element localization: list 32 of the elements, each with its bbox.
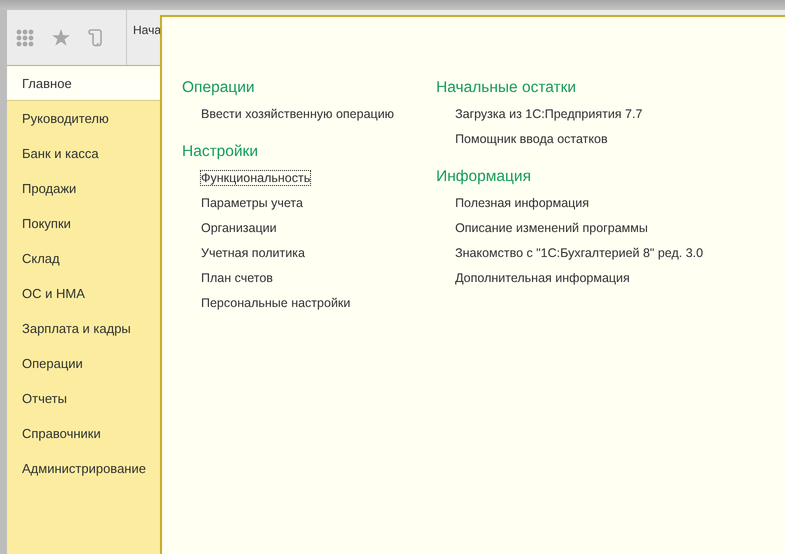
sidebar-item[interactable]: Главное <box>7 66 160 101</box>
sidebar-item[interactable]: Покупки <box>7 206 160 241</box>
command-link[interactable]: Описание изменений программы <box>455 221 648 235</box>
command-link[interactable]: Знакомство с "1С:Бухгалтерией 8" ред. 3.0 <box>455 246 704 260</box>
section-heading: Настройки <box>182 143 260 161</box>
command-link[interactable]: Ввести хозяйственную операцию <box>201 107 394 121</box>
sidebar-item[interactable]: Администрирование <box>7 451 160 486</box>
section-heading: Начальные остатки <box>436 79 578 97</box>
sidebar-item[interactable]: Банк и касса <box>7 136 160 171</box>
command-link[interactable]: Помощник ввода остатков <box>455 132 608 146</box>
sidebar-item[interactable]: Продажи <box>7 171 160 206</box>
command-link[interactable]: План счетов <box>201 271 273 285</box>
star-icon[interactable] <box>52 29 70 46</box>
command-link[interactable]: Дополнительная информация <box>455 271 630 285</box>
sidebar-item[interactable]: Операции <box>7 346 160 381</box>
sidebar-item[interactable]: Руководителю <box>7 101 160 136</box>
section-heading: Операции <box>182 79 256 97</box>
apps-grid-icon[interactable] <box>16 28 34 46</box>
sidebar-item[interactable]: ОС и НМА <box>7 276 160 311</box>
command-link[interactable]: Учетная политика <box>201 246 305 260</box>
command-link[interactable]: Функциональность <box>201 171 310 185</box>
command-link[interactable]: Загрузка из 1С:Предприятия 7.7 <box>455 107 642 121</box>
sidebar-item[interactable]: Отчеты <box>7 381 160 416</box>
section-heading: Информация <box>436 168 532 186</box>
command-link[interactable]: Полезная информация <box>455 196 590 210</box>
command-link[interactable]: Персональные настройки <box>201 296 350 310</box>
history-icon[interactable] <box>88 28 104 46</box>
command-link[interactable]: Организации <box>201 221 277 235</box>
sidebar-item[interactable]: Зарплата и кадры <box>7 311 160 346</box>
command-link[interactable]: Параметры учета <box>201 196 303 210</box>
sidebar-item[interactable]: Склад <box>7 241 160 276</box>
sidebar-item[interactable]: Справочники <box>7 416 160 451</box>
